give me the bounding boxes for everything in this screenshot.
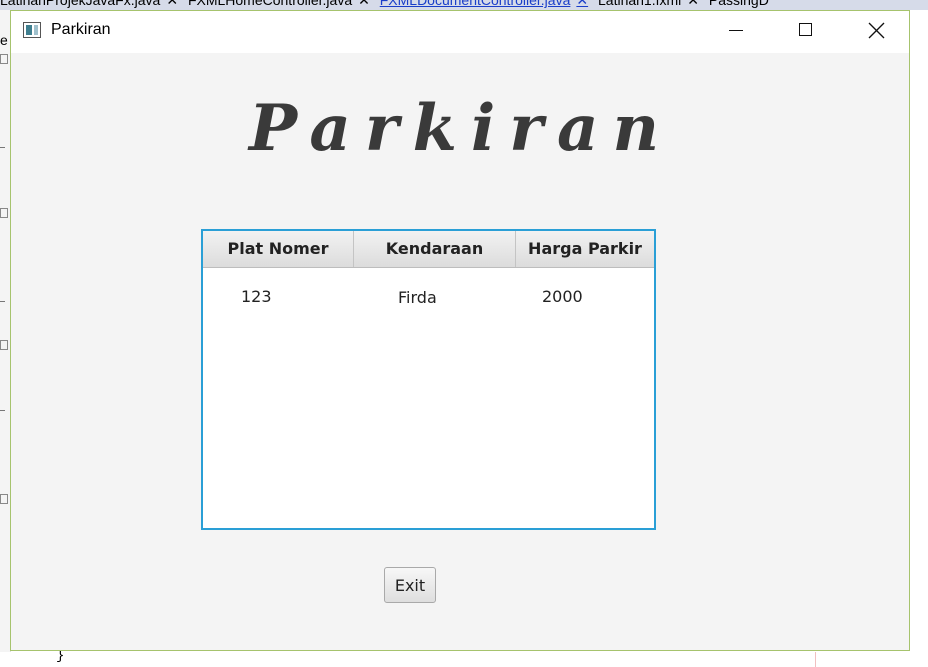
ide-tab[interactable]: PassingD (708, 0, 769, 8)
maximize-button[interactable] (783, 11, 829, 51)
ide-tab[interactable]: FXMLHomeController.java ✕ (187, 0, 370, 8)
ide-editor-edge (911, 10, 928, 652)
ide-tab-bar: LatihanProjekJavaFx.java ✕ FXMLHomeContro… (0, 0, 928, 10)
cell-harga-parkir: 2000 (542, 287, 583, 306)
ide-editor-area (0, 652, 928, 667)
close-button[interactable] (853, 11, 899, 51)
column-header-harga-parkir[interactable]: Harga Parkir (516, 231, 654, 267)
ide-tab-active[interactable]: FXMLDocumentController.java ✕ (379, 0, 588, 8)
parking-table[interactable]: Plat Nomer Kendaraan Harga Parkir 123 Fi… (201, 229, 656, 530)
close-icon[interactable]: ✕ (166, 0, 178, 8)
ide-tab-label: PassingD (708, 0, 769, 8)
margin-line (815, 652, 816, 667)
ide-tab[interactable]: Latihan1.fxml ✕ (598, 0, 699, 8)
close-icon[interactable]: ✕ (576, 0, 588, 8)
table-header: Plat Nomer Kendaraan Harga Parkir (203, 231, 654, 268)
java-app-icon (23, 22, 41, 38)
exit-button[interactable]: Exit (384, 567, 436, 603)
window-title: Parkiran (51, 21, 111, 38)
ide-tab-label: FXMLHomeController.java (187, 0, 353, 8)
close-icon[interactable]: ✕ (687, 0, 699, 8)
fold-icon[interactable] (0, 340, 8, 350)
title-bar[interactable]: Parkiran (11, 11, 909, 53)
gutter-tick (0, 410, 5, 411)
fold-icon[interactable] (0, 54, 8, 64)
ide-gutter-text: e (0, 32, 8, 48)
column-header-kendaraan[interactable]: Kendaraan (354, 231, 516, 267)
gutter-tick (0, 147, 5, 148)
close-icon[interactable]: ✕ (358, 0, 370, 8)
cell-kendaraan: Firda (398, 288, 437, 307)
column-header-plat-nomer[interactable]: Plat Nomer (203, 231, 354, 267)
fold-icon[interactable] (0, 494, 8, 504)
fold-icon[interactable] (0, 208, 8, 218)
gutter-tick (0, 301, 5, 302)
close-icon (868, 22, 885, 39)
parkiran-window: Parkiran Parkiran Plat Nomer Kendaraan H… (10, 10, 910, 651)
cell-plat-nomer: 123 (241, 287, 272, 306)
ide-tab-label: LatihanProjekJavaFx.java (0, 0, 161, 8)
table-row[interactable]: 123 Firda 2000 (203, 267, 654, 323)
page-title: Parkiran (249, 91, 673, 166)
ide-tab-label: FXMLDocumentController.java (379, 0, 571, 8)
minimize-button[interactable] (713, 11, 759, 51)
ide-tab-label: Latihan1.fxml (598, 0, 682, 8)
ide-tab[interactable]: LatihanProjekJavaFx.java ✕ (0, 0, 178, 8)
